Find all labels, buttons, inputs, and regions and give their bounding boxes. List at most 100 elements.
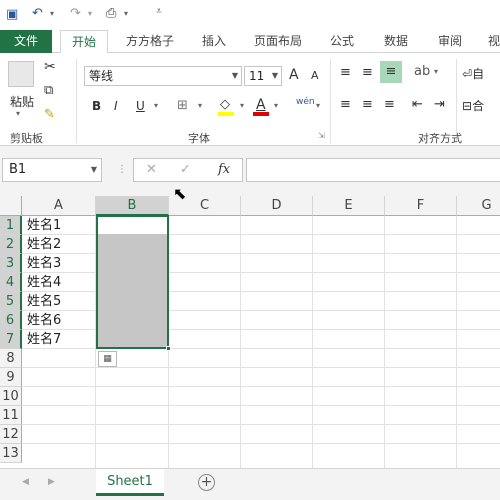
worksheet-grid[interactable]: A B C D E F G 1 2 3 4 5 6 7 8 9 10 11 12… bbox=[0, 196, 500, 468]
font-color-dropdown-icon[interactable]: ▾ bbox=[274, 101, 278, 110]
row-header-12[interactable]: 12 bbox=[0, 425, 22, 444]
orientation-dropdown-icon[interactable]: ▾ bbox=[434, 67, 438, 76]
row-header-1[interactable]: 1 bbox=[0, 216, 22, 235]
undo-dropdown-icon[interactable]: ▾ bbox=[50, 9, 54, 18]
copy-icon[interactable]: ⧉ bbox=[44, 83, 53, 98]
row-header-5[interactable]: 5 bbox=[0, 292, 22, 311]
cell-a2[interactable]: 姓名2 bbox=[27, 235, 61, 254]
row-header-9[interactable]: 9 bbox=[0, 368, 22, 387]
enter-button[interactable]: ✓ bbox=[180, 162, 191, 177]
underline-button[interactable]: U bbox=[136, 99, 145, 113]
scroll-right-icon[interactable]: ▶ bbox=[48, 477, 55, 487]
cell-a6[interactable]: 姓名6 bbox=[27, 311, 61, 330]
phonetic-dropdown-icon[interactable]: ▾ bbox=[316, 101, 320, 110]
row-header-4[interactable]: 4 bbox=[0, 273, 22, 292]
align-left-icon[interactable]: ≡ bbox=[340, 97, 351, 112]
redo-dropdown-icon[interactable]: ▾ bbox=[88, 9, 92, 18]
row-header-10[interactable]: 10 bbox=[0, 387, 22, 406]
phonetic-button[interactable]: wén bbox=[296, 97, 315, 107]
quick-analysis-icon[interactable]: ▦ bbox=[98, 351, 117, 367]
tab-home[interactable]: 开始 bbox=[60, 30, 108, 54]
font-color-button[interactable]: A bbox=[256, 97, 266, 113]
fill-color-dropdown-icon[interactable]: ▾ bbox=[240, 101, 244, 110]
tab-review[interactable]: 审阅 bbox=[428, 30, 472, 53]
row-header-13[interactable]: 13 bbox=[0, 444, 22, 463]
selection-range[interactable] bbox=[96, 215, 169, 349]
row-header-6[interactable]: 6 bbox=[0, 311, 22, 330]
border-icon[interactable]: ⊞ bbox=[177, 98, 188, 113]
tab-insert[interactable]: 插入 bbox=[192, 30, 236, 53]
scroll-left-icon[interactable]: ◀ bbox=[22, 477, 29, 487]
tab-file[interactable]: 文件 bbox=[0, 30, 52, 53]
formula-bar: B1 ▼ ⋮ ✕ ✓ fx bbox=[0, 146, 500, 196]
column-header-d[interactable]: D bbox=[241, 196, 313, 216]
paste-button[interactable]: 粘贴 bbox=[6, 93, 38, 110]
sheet-tab-sheet1[interactable]: Sheet1 bbox=[96, 469, 164, 496]
paste-dropdown-icon[interactable]: ▾ bbox=[16, 109, 20, 118]
gridline bbox=[312, 216, 313, 468]
font-dialog-launcher-icon[interactable]: ⇲ bbox=[318, 131, 325, 140]
align-right-icon[interactable]: ≡ bbox=[384, 97, 395, 112]
printer-icon[interactable]: ⎙ bbox=[106, 6, 116, 21]
name-box[interactable]: B1 ▼ bbox=[2, 158, 102, 182]
insert-function-button[interactable]: fx bbox=[218, 162, 230, 177]
merge-center-button[interactable]: ⊟合 bbox=[462, 97, 484, 114]
save-icon[interactable]: ▣ bbox=[6, 7, 18, 22]
undo-icon[interactable]: ↶ bbox=[32, 6, 43, 21]
cut-icon[interactable]: ✂ bbox=[44, 59, 56, 75]
cell-a1[interactable]: 姓名1 bbox=[27, 216, 61, 235]
add-sheet-button[interactable]: + bbox=[198, 474, 215, 491]
increase-indent-icon[interactable]: ⇥ bbox=[434, 97, 445, 112]
shrink-font-button[interactable]: A bbox=[311, 69, 319, 82]
printer-dropdown-icon[interactable]: ▾ bbox=[124, 9, 128, 18]
formula-input[interactable] bbox=[246, 158, 500, 182]
gridline bbox=[456, 216, 457, 468]
mouse-cursor-icon: ⬉ bbox=[173, 184, 187, 203]
cell-a4[interactable]: 姓名4 bbox=[27, 273, 61, 292]
paste-icon[interactable] bbox=[8, 61, 34, 87]
align-top-icon[interactable]: ≡ bbox=[340, 65, 351, 80]
group-label-font: 字体 bbox=[188, 132, 210, 145]
column-header-f[interactable]: F bbox=[385, 196, 457, 216]
tab-view[interactable]: 视 bbox=[482, 30, 500, 53]
border-dropdown-icon[interactable]: ▾ bbox=[198, 101, 202, 110]
column-header-e[interactable]: E bbox=[313, 196, 385, 216]
customize-icon[interactable]: ⩡ bbox=[156, 6, 162, 17]
align-middle-icon[interactable]: ≡ bbox=[362, 65, 373, 80]
column-header-b[interactable]: B bbox=[96, 196, 169, 216]
bold-button[interactable]: B bbox=[92, 99, 101, 113]
italic-button[interactable]: I bbox=[114, 99, 118, 113]
cell-a3[interactable]: 姓名3 bbox=[27, 254, 61, 273]
cancel-button[interactable]: ✕ bbox=[146, 162, 157, 177]
name-box-value: B1 bbox=[9, 162, 27, 177]
fill-color-button[interactable]: ◇ bbox=[220, 97, 230, 112]
resize-handle-icon[interactable]: ⋮ bbox=[117, 164, 127, 175]
wrap-text-button[interactable]: ⏎自 bbox=[462, 65, 484, 82]
row-header-7[interactable]: 7 bbox=[0, 330, 22, 349]
cell-a5[interactable]: 姓名5 bbox=[27, 292, 61, 311]
underline-dropdown-icon[interactable]: ▾ bbox=[154, 101, 158, 110]
font-name-select[interactable]: 等线 ▼ bbox=[84, 66, 242, 86]
row-header-2[interactable]: 2 bbox=[0, 235, 22, 254]
tab-data[interactable]: 数据 bbox=[374, 30, 418, 53]
font-size-select[interactable]: 11 ▼ bbox=[244, 66, 282, 86]
format-painter-icon[interactable]: ✎ bbox=[44, 107, 55, 122]
tab-formulas[interactable]: 公式 bbox=[320, 30, 364, 53]
align-center-icon[interactable]: ≡ bbox=[362, 97, 373, 112]
grow-font-button[interactable]: A bbox=[289, 67, 299, 83]
redo-icon[interactable]: ↷ bbox=[70, 6, 81, 21]
select-all-corner[interactable] bbox=[0, 196, 22, 216]
align-bottom-icon[interactable]: ≡ bbox=[380, 61, 402, 83]
row-header-3[interactable]: 3 bbox=[0, 254, 22, 273]
tab-page-layout[interactable]: 页面布局 bbox=[246, 30, 310, 53]
tab-fangfang[interactable]: 方方格子 bbox=[118, 30, 182, 53]
column-header-g[interactable]: G bbox=[457, 196, 500, 216]
decrease-indent-icon[interactable]: ⇤ bbox=[412, 97, 423, 112]
orientation-icon[interactable]: ab bbox=[414, 64, 430, 79]
fill-handle[interactable] bbox=[166, 346, 171, 351]
column-header-a[interactable]: A bbox=[22, 196, 96, 216]
chevron-down-icon: ▼ bbox=[231, 71, 238, 80]
row-header-11[interactable]: 11 bbox=[0, 406, 22, 425]
cell-a7[interactable]: 姓名7 bbox=[27, 330, 61, 349]
row-header-8[interactable]: 8 bbox=[0, 349, 22, 368]
